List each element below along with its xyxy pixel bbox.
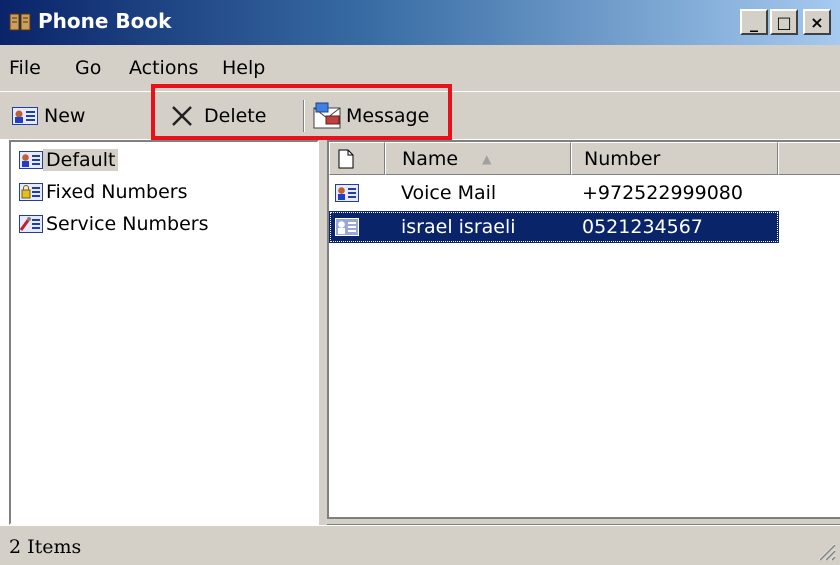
service-card-icon — [19, 215, 43, 233]
tree-item-label: Service Numbers — [46, 213, 209, 235]
close-button[interactable]: × — [803, 9, 831, 35]
contact-number: 0521234567 — [582, 216, 703, 238]
column-header-icon[interactable] — [329, 142, 385, 175]
table-row[interactable]: Voice Mail +972522999080 — [329, 177, 779, 209]
menu-file[interactable]: File — [9, 57, 41, 79]
contact-card-icon — [19, 151, 43, 169]
contact-number: +972522999080 — [582, 182, 743, 204]
maximize-button[interactable]: □ — [770, 9, 798, 35]
tree-item-fixed-numbers[interactable]: Fixed Numbers — [19, 178, 191, 206]
annotation-highlight-box — [151, 84, 452, 140]
document-icon — [338, 149, 354, 169]
new-button[interactable]: New — [12, 92, 85, 140]
minimize-button[interactable]: _ — [740, 9, 768, 35]
pane-splitter[interactable] — [319, 140, 327, 525]
column-name-label: Name — [402, 147, 459, 170]
horizontal-scrollbar[interactable] — [327, 517, 840, 525]
tree-item-default[interactable]: Default — [19, 146, 119, 174]
maximize-icon: □ — [776, 12, 792, 32]
new-label: New — [44, 105, 86, 127]
table-row[interactable]: israel israeli 0521234567 — [329, 211, 779, 243]
phonebook-icon — [9, 12, 31, 32]
contact-name: Voice Mail — [401, 182, 497, 204]
sort-ascending-icon: ▲ — [482, 151, 492, 166]
tree-item-label: Default — [43, 149, 119, 171]
list-header: Name ▲ Number — [329, 142, 840, 175]
column-header-name[interactable]: Name ▲ — [385, 142, 571, 175]
contacts-list[interactable]: Name ▲ Number Voice Mail +972522999080 i… — [327, 140, 840, 525]
tree-item-label: Fixed Numbers — [46, 181, 188, 203]
minimize-icon: _ — [750, 12, 758, 32]
contact-card-icon — [335, 177, 359, 209]
menu-go[interactable]: Go — [75, 57, 101, 79]
column-header-number[interactable]: Number — [571, 142, 778, 175]
locked-card-icon — [19, 183, 43, 201]
new-contact-icon — [12, 107, 38, 125]
menu-help[interactable]: Help — [222, 57, 265, 79]
column-number-label: Number — [584, 147, 661, 170]
resize-grip-icon[interactable] — [814, 539, 836, 561]
item-count: 2 Items — [9, 536, 82, 558]
window-title: Phone Book — [38, 9, 172, 33]
status-bar: 2 Items — [0, 525, 840, 565]
contact-name: israel israeli — [401, 216, 516, 238]
contact-card-icon — [335, 211, 359, 243]
menu-actions[interactable]: Actions — [129, 57, 198, 79]
column-header-extra[interactable] — [778, 142, 840, 175]
tree-item-service-numbers[interactable]: Service Numbers — [19, 210, 211, 238]
folder-tree[interactable]: Default Fixed Numbers Service Numbers — [9, 140, 319, 525]
close-icon: × — [810, 12, 824, 32]
title-bar[interactable]: Phone Book _ □ × — [0, 0, 840, 45]
